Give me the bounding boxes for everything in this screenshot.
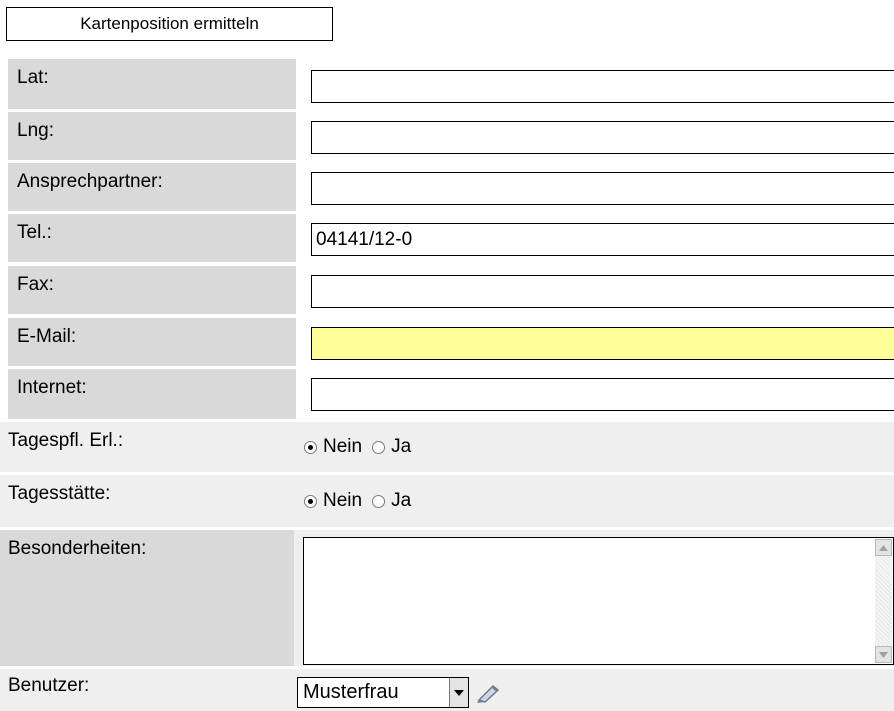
input-column (300, 59, 894, 419)
tagesstaette-option-nein[interactable]: Nein (304, 490, 362, 512)
tagesstaette-option-ja[interactable]: Ja (372, 490, 411, 512)
option-label: Ja (391, 436, 412, 457)
tel-label: Tel.: (8, 214, 296, 262)
internet-input[interactable] (311, 378, 894, 411)
notes-cell (294, 530, 894, 668)
radio-checked-icon[interactable] (304, 440, 317, 454)
contact-label: Ansprechpartner: (8, 163, 296, 211)
radio-checked-icon[interactable] (304, 494, 317, 508)
user-row: Benutzer: Musterfrau (0, 669, 894, 711)
lat-input[interactable] (311, 70, 894, 103)
lat-label: Lat: (8, 59, 296, 109)
scroll-up-icon[interactable] (875, 539, 892, 556)
tagespfl-option-ja[interactable]: Ja (372, 436, 411, 458)
radio-unchecked-icon[interactable] (372, 440, 386, 454)
tagespfl-row: Tagespfl. Erl.: Nein Ja (0, 422, 894, 472)
tagespfl-label: Tagespfl. Erl.: (8, 430, 124, 451)
chevron-down-icon[interactable] (449, 678, 468, 707)
user-select[interactable]: Musterfrau (297, 677, 469, 708)
contact-input[interactable] (311, 172, 894, 205)
email-label: E-Mail: (8, 318, 296, 366)
tagespfl-options: Nein Ja (304, 422, 421, 472)
radio-unchecked-icon[interactable] (372, 494, 386, 508)
pencil-icon[interactable] (474, 679, 504, 707)
scroll-down-icon[interactable] (875, 646, 892, 663)
tagesstaette-label: Tagesstätte: (8, 483, 111, 504)
notes-textarea-frame (303, 537, 894, 668)
notes-label: Besonderheiten: (0, 530, 278, 666)
notes-textarea[interactable] (304, 538, 878, 668)
locate-map-position-button[interactable]: Kartenposition ermitteln (6, 7, 333, 41)
lng-input[interactable] (311, 121, 894, 154)
tagesstaette-options: Nein Ja (304, 475, 421, 527)
user-label: Benutzer: (8, 675, 90, 696)
option-label: Ja (391, 490, 412, 511)
user-select-value: Musterfrau (303, 681, 399, 703)
vertical-scrollbar[interactable] (875, 539, 892, 663)
lng-label: Lng: (8, 112, 296, 160)
internet-label: Internet: (8, 369, 296, 419)
email-input[interactable] (311, 327, 894, 360)
fax-input[interactable] (311, 275, 894, 308)
option-label: Nein (323, 490, 363, 511)
tel-input[interactable] (311, 223, 894, 256)
tagespfl-option-nein[interactable]: Nein (304, 436, 362, 458)
notes-row: Besonderheiten: (0, 530, 894, 668)
tagesstaette-row: Tagesstätte: Nein Ja (0, 475, 894, 527)
fax-label: Fax: (8, 266, 296, 314)
option-label: Nein (323, 436, 363, 457)
